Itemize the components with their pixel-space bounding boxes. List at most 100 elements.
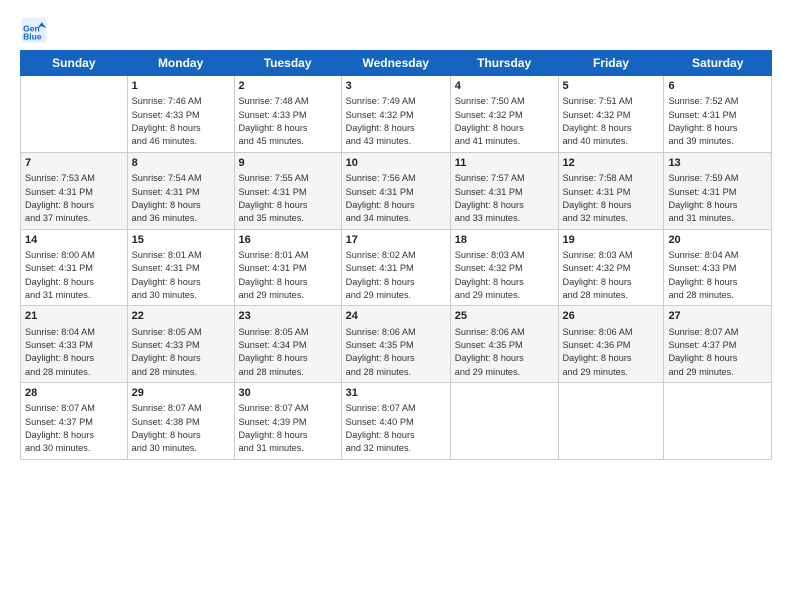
cell-info: Sunrise: 8:07 AM bbox=[132, 402, 230, 415]
cell-info: and 39 minutes. bbox=[668, 135, 767, 148]
cell-info: Sunset: 4:33 PM bbox=[239, 109, 337, 122]
cell-info: Sunset: 4:31 PM bbox=[668, 109, 767, 122]
cell-info: Daylight: 8 hours bbox=[239, 122, 337, 135]
cell-info: and 28 minutes. bbox=[346, 366, 446, 379]
week-row-3: 14Sunrise: 8:00 AMSunset: 4:31 PMDayligh… bbox=[21, 229, 772, 306]
day-number: 26 bbox=[563, 309, 660, 324]
day-cell: 17Sunrise: 8:02 AMSunset: 4:31 PMDayligh… bbox=[341, 229, 450, 306]
cell-info: Sunrise: 8:05 AM bbox=[239, 326, 337, 339]
cell-info: Daylight: 8 hours bbox=[455, 276, 554, 289]
day-cell bbox=[21, 76, 128, 153]
cell-info: Sunset: 4:31 PM bbox=[455, 186, 554, 199]
day-cell: 13Sunrise: 7:59 AMSunset: 4:31 PMDayligh… bbox=[664, 152, 772, 229]
week-row-5: 28Sunrise: 8:07 AMSunset: 4:37 PMDayligh… bbox=[21, 383, 772, 460]
cell-info: Sunset: 4:32 PM bbox=[455, 262, 554, 275]
cell-info: Daylight: 8 hours bbox=[668, 199, 767, 212]
cell-info: and 31 minutes. bbox=[239, 442, 337, 455]
week-row-4: 21Sunrise: 8:04 AMSunset: 4:33 PMDayligh… bbox=[21, 306, 772, 383]
day-number: 19 bbox=[563, 233, 660, 248]
calendar-table: SundayMondayTuesdayWednesdayThursdayFrid… bbox=[20, 50, 772, 460]
cell-info: and 36 minutes. bbox=[132, 212, 230, 225]
day-number: 5 bbox=[563, 79, 660, 94]
day-cell: 14Sunrise: 8:00 AMSunset: 4:31 PMDayligh… bbox=[21, 229, 128, 306]
cell-info: Daylight: 8 hours bbox=[239, 276, 337, 289]
day-cell: 18Sunrise: 8:03 AMSunset: 4:32 PMDayligh… bbox=[450, 229, 558, 306]
cell-info: Sunrise: 8:06 AM bbox=[563, 326, 660, 339]
cell-info: Daylight: 8 hours bbox=[239, 429, 337, 442]
cell-info: and 32 minutes. bbox=[563, 212, 660, 225]
day-number: 13 bbox=[668, 156, 767, 171]
cell-info: Sunrise: 8:07 AM bbox=[668, 326, 767, 339]
day-cell: 2Sunrise: 7:48 AMSunset: 4:33 PMDaylight… bbox=[234, 76, 341, 153]
day-cell: 23 Sunrise: 8:05 AMSunset: 4:34 PMDayligh… bbox=[234, 306, 341, 383]
cell-info: Daylight: 8 hours bbox=[668, 122, 767, 135]
logo: Gen Blue bbox=[20, 16, 52, 44]
day-cell: 9Sunrise: 7:55 AMSunset: 4:31 PMDaylight… bbox=[234, 152, 341, 229]
cell-info: and 29 minutes. bbox=[668, 366, 767, 379]
cell-info: and 30 minutes. bbox=[132, 442, 230, 455]
cell-info: and 29 minutes. bbox=[346, 289, 446, 302]
cell-info: Daylight: 8 hours bbox=[346, 429, 446, 442]
day-number: 15 bbox=[132, 233, 230, 248]
day-number: 11 bbox=[455, 156, 554, 171]
cell-info: and 45 minutes. bbox=[239, 135, 337, 148]
cell-info: and 30 minutes. bbox=[25, 442, 123, 455]
cell-info: and 37 minutes. bbox=[25, 212, 123, 225]
cell-info: Daylight: 8 hours bbox=[668, 276, 767, 289]
cell-info: Daylight: 8 hours bbox=[563, 122, 660, 135]
cell-info: and 28 minutes. bbox=[132, 366, 230, 379]
cell-info: Sunrise: 7:56 AM bbox=[346, 172, 446, 185]
cell-info: Sunrise: 8:07 AM bbox=[25, 402, 123, 415]
cell-info: Sunset: 4:33 PM bbox=[668, 262, 767, 275]
day-number: 23 bbox=[239, 309, 337, 324]
page: Gen Blue SundayMondayTuesdayWednesdayThu… bbox=[0, 0, 792, 612]
day-cell: 27Sunrise: 8:07 AMSunset: 4:37 PMDayligh… bbox=[664, 306, 772, 383]
cell-info: and 29 minutes. bbox=[455, 289, 554, 302]
cell-info: Sunrise: 8:05 AM bbox=[132, 326, 230, 339]
week-row-1: 1Sunrise: 7:46 AMSunset: 4:33 PMDaylight… bbox=[21, 76, 772, 153]
col-header-thursday: Thursday bbox=[450, 51, 558, 76]
cell-info: and 35 minutes. bbox=[239, 212, 337, 225]
cell-info: Daylight: 8 hours bbox=[25, 199, 123, 212]
cell-info: Sunset: 4:31 PM bbox=[346, 262, 446, 275]
day-number: 29 bbox=[132, 386, 230, 401]
day-number: 17 bbox=[346, 233, 446, 248]
cell-info: Daylight: 8 hours bbox=[346, 276, 446, 289]
cell-info: Daylight: 8 hours bbox=[346, 122, 446, 135]
cell-info: and 40 minutes. bbox=[563, 135, 660, 148]
day-cell: 20Sunrise: 8:04 AMSunset: 4:33 PMDayligh… bbox=[664, 229, 772, 306]
day-number: 4 bbox=[455, 79, 554, 94]
header: Gen Blue bbox=[20, 16, 772, 44]
cell-info: Sunset: 4:31 PM bbox=[25, 262, 123, 275]
cell-info: Sunset: 4:34 PM bbox=[239, 339, 337, 352]
cell-info: and 43 minutes. bbox=[346, 135, 446, 148]
day-cell bbox=[450, 383, 558, 460]
cell-info: Sunset: 4:32 PM bbox=[455, 109, 554, 122]
cell-info: Daylight: 8 hours bbox=[239, 352, 337, 365]
cell-info: Sunset: 4:31 PM bbox=[132, 186, 230, 199]
cell-info: Sunset: 4:31 PM bbox=[668, 186, 767, 199]
day-cell: 11Sunrise: 7:57 AMSunset: 4:31 PMDayligh… bbox=[450, 152, 558, 229]
day-cell: 29Sunrise: 8:07 AMSunset: 4:38 PMDayligh… bbox=[127, 383, 234, 460]
day-number: 10 bbox=[346, 156, 446, 171]
cell-info: Daylight: 8 hours bbox=[563, 276, 660, 289]
cell-info: Daylight: 8 hours bbox=[455, 122, 554, 135]
day-number: 18 bbox=[455, 233, 554, 248]
cell-info: Sunset: 4:37 PM bbox=[668, 339, 767, 352]
day-cell: 4Sunrise: 7:50 AMSunset: 4:32 PMDaylight… bbox=[450, 76, 558, 153]
cell-info: Sunrise: 7:46 AM bbox=[132, 95, 230, 108]
cell-info: Sunrise: 8:01 AM bbox=[132, 249, 230, 262]
cell-info: Sunrise: 8:06 AM bbox=[455, 326, 554, 339]
day-number: 14 bbox=[25, 233, 123, 248]
cell-info: Daylight: 8 hours bbox=[25, 352, 123, 365]
day-cell bbox=[558, 383, 664, 460]
day-number: 1 bbox=[132, 79, 230, 94]
cell-info: and 28 minutes. bbox=[668, 289, 767, 302]
header-row: SundayMondayTuesdayWednesdayThursdayFrid… bbox=[21, 51, 772, 76]
cell-info: and 31 minutes. bbox=[25, 289, 123, 302]
cell-info: Daylight: 8 hours bbox=[668, 352, 767, 365]
day-cell: 12Sunrise: 7:58 AMSunset: 4:31 PMDayligh… bbox=[558, 152, 664, 229]
day-cell: 24Sunrise: 8:06 AMSunset: 4:35 PMDayligh… bbox=[341, 306, 450, 383]
day-cell: 28Sunrise: 8:07 AMSunset: 4:37 PMDayligh… bbox=[21, 383, 128, 460]
cell-info: and 46 minutes. bbox=[132, 135, 230, 148]
